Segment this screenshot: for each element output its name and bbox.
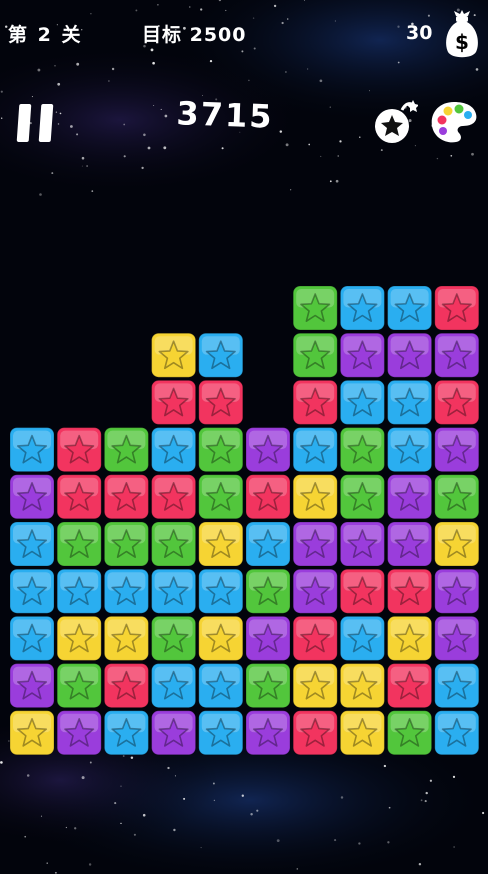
red-star-block[interactable] — [292, 615, 338, 661]
purple-star-block[interactable] — [339, 332, 385, 378]
red-star-block[interactable] — [339, 568, 385, 614]
blue-star-block[interactable] — [198, 568, 244, 614]
blue-star-block[interactable] — [339, 285, 385, 331]
yellow-star-block[interactable] — [198, 615, 244, 661]
yellow-star-block[interactable] — [339, 663, 385, 709]
red-star-block[interactable] — [434, 285, 480, 331]
yellow-star-block[interactable] — [434, 521, 480, 567]
green-star-block[interactable] — [151, 615, 197, 661]
purple-star-block[interactable] — [434, 568, 480, 614]
green-star-block[interactable] — [198, 427, 244, 473]
red-star-block[interactable] — [245, 474, 291, 520]
purple-star-block[interactable] — [56, 710, 102, 756]
blue-star-block[interactable] — [9, 615, 55, 661]
blue-star-block[interactable] — [9, 521, 55, 567]
yellow-star-block[interactable] — [56, 615, 102, 661]
yellow-star-block[interactable] — [292, 474, 338, 520]
blue-star-block[interactable] — [103, 568, 149, 614]
purple-star-block[interactable] — [434, 427, 480, 473]
red-star-block[interactable] — [292, 710, 338, 756]
blue-star-block[interactable] — [198, 710, 244, 756]
blue-star-block[interactable] — [339, 615, 385, 661]
blue-star-block[interactable] — [339, 379, 385, 425]
yellow-star-block[interactable] — [103, 615, 149, 661]
game-board — [9, 285, 480, 756]
blue-star-block[interactable] — [245, 521, 291, 567]
red-star-block[interactable] — [151, 474, 197, 520]
red-star-block[interactable] — [151, 379, 197, 425]
red-star-block[interactable] — [387, 663, 433, 709]
yellow-star-block[interactable] — [339, 710, 385, 756]
purple-star-block[interactable] — [245, 427, 291, 473]
purple-star-block[interactable] — [245, 710, 291, 756]
yellow-star-block[interactable] — [292, 663, 338, 709]
blue-star-block[interactable] — [9, 568, 55, 614]
blue-star-block[interactable] — [9, 427, 55, 473]
purple-star-block[interactable] — [387, 332, 433, 378]
yellow-star-block[interactable] — [198, 521, 244, 567]
blue-star-block[interactable] — [56, 568, 102, 614]
purple-star-block[interactable] — [292, 568, 338, 614]
purple-star-block[interactable] — [434, 615, 480, 661]
blue-star-block[interactable] — [434, 663, 480, 709]
red-star-block[interactable] — [56, 427, 102, 473]
blue-star-block[interactable] — [103, 710, 149, 756]
yellow-star-block[interactable] — [387, 615, 433, 661]
green-star-block[interactable] — [434, 474, 480, 520]
blue-star-block[interactable] — [387, 379, 433, 425]
red-star-block[interactable] — [103, 663, 149, 709]
green-star-block[interactable] — [56, 521, 102, 567]
green-star-block[interactable] — [245, 663, 291, 709]
blue-star-block[interactable] — [151, 568, 197, 614]
green-star-block[interactable] — [245, 568, 291, 614]
blue-star-block[interactable] — [387, 427, 433, 473]
blue-star-block[interactable] — [198, 663, 244, 709]
blue-star-block[interactable] — [387, 285, 433, 331]
red-star-block[interactable] — [387, 568, 433, 614]
green-star-block[interactable] — [198, 474, 244, 520]
red-star-block[interactable] — [292, 379, 338, 425]
blue-star-block[interactable] — [198, 332, 244, 378]
red-star-block[interactable] — [103, 474, 149, 520]
purple-star-block[interactable] — [151, 710, 197, 756]
yellow-star-block[interactable] — [9, 710, 55, 756]
blue-star-block[interactable] — [151, 663, 197, 709]
purple-star-block[interactable] — [9, 474, 55, 520]
green-star-block[interactable] — [292, 332, 338, 378]
blue-star-block[interactable] — [292, 427, 338, 473]
red-star-block[interactable] — [56, 474, 102, 520]
red-star-block[interactable] — [198, 379, 244, 425]
purple-star-block[interactable] — [387, 521, 433, 567]
purple-star-block[interactable] — [9, 663, 55, 709]
yellow-star-block[interactable] — [151, 332, 197, 378]
blue-star-block[interactable] — [151, 427, 197, 473]
green-star-block[interactable] — [103, 427, 149, 473]
green-star-block[interactable] — [103, 521, 149, 567]
green-star-block[interactable] — [56, 663, 102, 709]
blue-star-block[interactable] — [434, 710, 480, 756]
purple-star-block[interactable] — [292, 521, 338, 567]
purple-star-block[interactable] — [245, 615, 291, 661]
green-star-block[interactable] — [339, 427, 385, 473]
red-star-block[interactable] — [434, 379, 480, 425]
purple-star-block[interactable] — [434, 332, 480, 378]
green-star-block[interactable] — [292, 285, 338, 331]
purple-star-block[interactable] — [339, 521, 385, 567]
green-star-block[interactable] — [151, 521, 197, 567]
purple-star-block[interactable] — [387, 474, 433, 520]
green-star-block[interactable] — [339, 474, 385, 520]
green-star-block[interactable] — [387, 710, 433, 756]
